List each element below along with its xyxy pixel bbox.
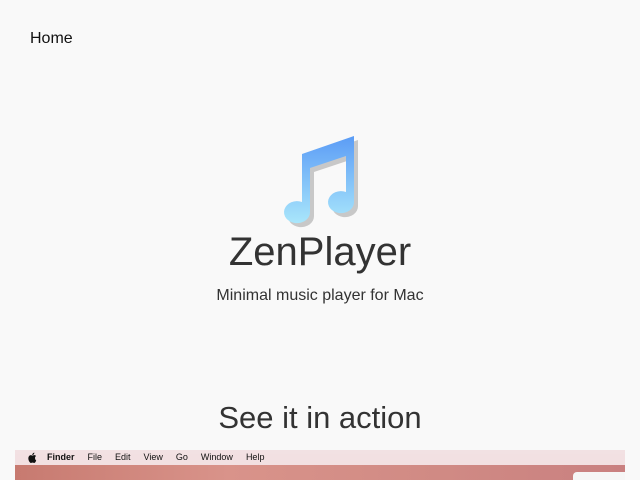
window-corner — [573, 472, 625, 480]
menu-item-finder[interactable]: Finder — [47, 450, 75, 465]
music-note-icon — [272, 132, 368, 228]
section-title: See it in action — [218, 400, 422, 435]
home-link[interactable]: Home — [30, 30, 73, 48]
demo-screenshot: Finder File Edit View Go Window Help — [15, 450, 625, 480]
menu-item-file[interactable]: File — [88, 450, 103, 465]
wallpaper — [15, 465, 625, 480]
menu-item-edit[interactable]: Edit — [115, 450, 131, 465]
mac-menubar: Finder File Edit View Go Window Help — [15, 450, 625, 465]
menu-item-go[interactable]: Go — [176, 450, 188, 465]
menu-item-window[interactable]: Window — [201, 450, 233, 465]
app-title: ZenPlayer — [228, 230, 412, 274]
app-tagline: Minimal music player for Mac — [216, 287, 424, 304]
menu-item-view[interactable]: View — [144, 450, 163, 465]
menu-item-help[interactable]: Help — [246, 450, 265, 465]
page: Home ZenPlayer Minimal music player for … — [0, 0, 640, 480]
apple-icon[interactable] — [27, 452, 37, 463]
